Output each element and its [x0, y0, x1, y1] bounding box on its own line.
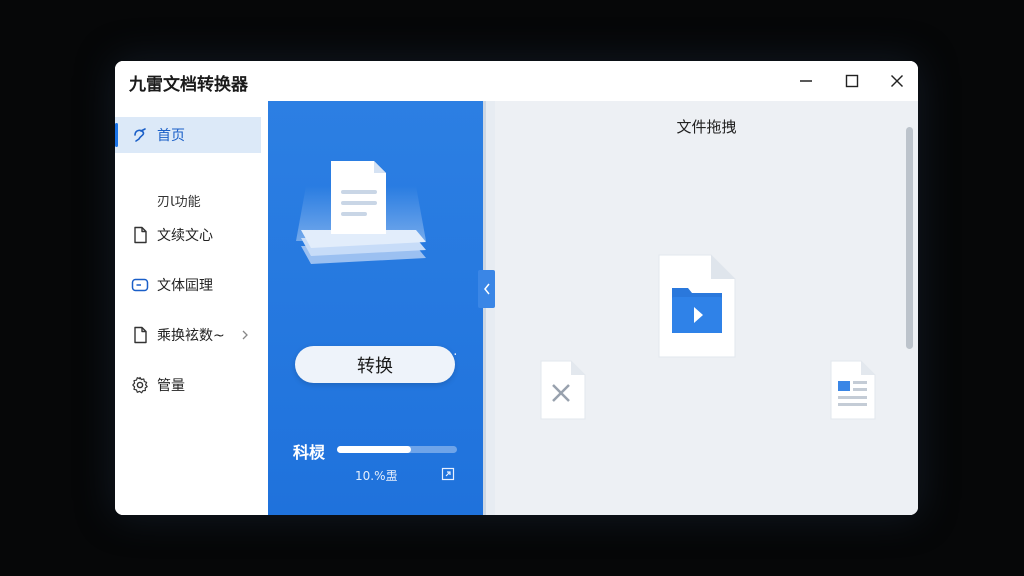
maximize-button[interactable] — [837, 67, 867, 95]
unsupported-file-icon — [540, 360, 586, 420]
panel-divider-line — [483, 101, 486, 515]
convert-button[interactable]: 转换 — [295, 346, 455, 383]
sidebar: 首页 刃Ɩ功能 文续文心 文体囸理 乘换袨数~ 管量 — [115, 101, 268, 515]
close-icon — [891, 75, 903, 87]
sidebar-item-label: 文体囸理 — [157, 278, 213, 294]
message-icon — [131, 278, 149, 292]
sidebar-item-label: 首页 — [157, 128, 185, 144]
scrollbar-thumb[interactable] — [906, 127, 913, 349]
maximize-icon — [845, 74, 859, 88]
document-file-icon — [830, 360, 876, 420]
sidebar-item-label: 乘换袨数~ — [157, 328, 225, 344]
progress-text: 10.%盄 — [355, 469, 398, 483]
sidebar-item-label: 管量 — [157, 378, 185, 394]
chevron-left-icon — [483, 283, 490, 295]
sidebar-item-label: 文续文心 — [157, 228, 213, 244]
sidebar-item-documents[interactable]: 文续文心 — [115, 217, 261, 253]
title-bar: 九雷文档转换器 — [115, 61, 918, 101]
minimize-icon — [800, 80, 812, 82]
progress-bar — [337, 446, 457, 453]
expand-icon[interactable] — [441, 467, 455, 481]
app-title: 九雷文档转换器 — [129, 75, 248, 95]
chevron-right-icon — [242, 330, 248, 340]
collapse-panel-button[interactable] — [478, 270, 495, 308]
sidebar-item-home[interactable]: 首页 — [115, 117, 261, 153]
minimize-button[interactable] — [791, 67, 821, 95]
document-icon — [134, 226, 147, 244]
sidebar-item-convert[interactable]: 乘换袨数~ — [115, 317, 261, 353]
gear-icon — [132, 376, 148, 394]
active-indicator — [115, 123, 118, 147]
sidebar-item-processing[interactable]: 文体囸理 — [115, 267, 261, 303]
close-button[interactable] — [882, 67, 912, 95]
home-icon — [134, 128, 146, 142]
folder-file-icon — [658, 254, 736, 358]
sidebar-item-settings[interactable]: 管量 — [115, 367, 261, 403]
file-icon — [134, 326, 147, 344]
app-window: 九雷文档转换器 首页 刃Ɩ功能 文续文心 文体囸理 乘换袨数~ 管量 科棂 10… — [115, 61, 918, 515]
document-stack-illustration — [296, 161, 426, 264]
sidebar-sub-label: 刃Ɩ功能 — [157, 195, 201, 210]
progress-label: 科棂 — [293, 443, 326, 462]
conversion-panel: 预频 ··· 科棂 10.%盄 — [268, 101, 483, 515]
drop-area-title: 文件拖拽 — [676, 118, 737, 136]
progress-fill — [337, 446, 412, 453]
